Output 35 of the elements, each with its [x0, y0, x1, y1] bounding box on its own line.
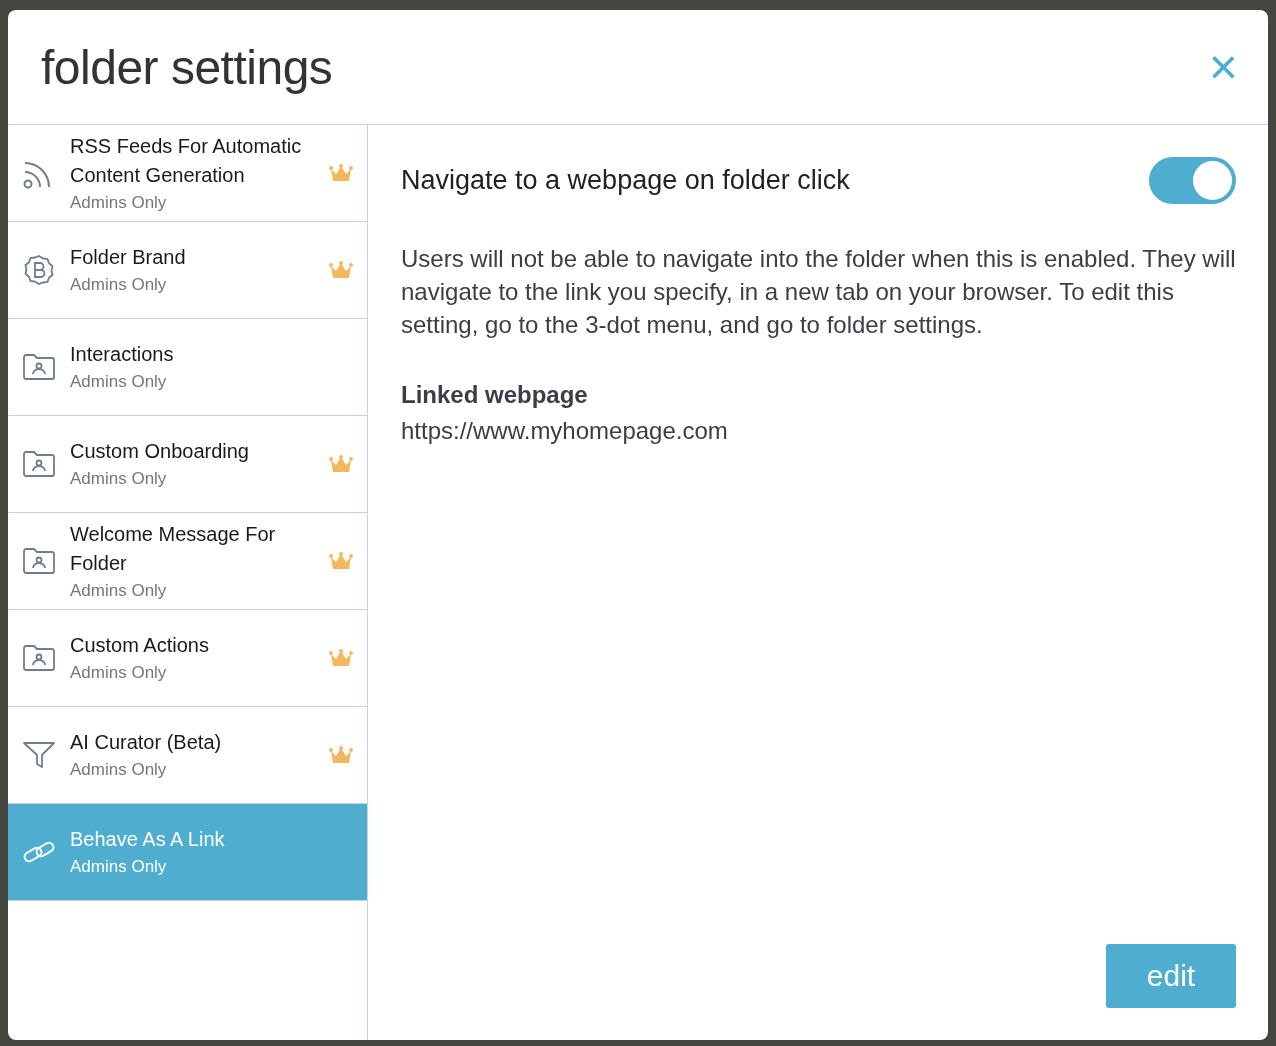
item-sublabel: Admins Only	[70, 191, 168, 214]
sidebar-item[interactable]: Custom Onboarding Admins Only	[8, 416, 367, 513]
item-label: Welcome Message For Folder	[70, 521, 277, 576]
badge-b-icon	[22, 253, 56, 287]
item-label: Custom Onboarding	[70, 439, 250, 464]
item-label: Interactions	[70, 342, 175, 367]
link-icon	[22, 839, 56, 865]
item-label: RSS Feeds For Automatic Content Generation	[70, 133, 303, 188]
folder-user-icon	[22, 353, 56, 381]
sidebar-item[interactable]: Custom Actions Admins Only	[8, 610, 367, 707]
item-label: Custom Actions	[70, 633, 210, 658]
field-label: Linked webpage	[401, 381, 589, 409]
field-value: https://www.myhomepage.com	[401, 417, 729, 445]
item-sublabel: Admins Only	[70, 468, 168, 490]
description-text: Users will not be able to navigate into the folder when this is enabled. They will navigate to the link you specify, in a new tab on your browser. To edit this setting, go to the 3-dot menu, and go to folder settings.	[401, 244, 1236, 340]
item-label: AI Curator (Beta)	[70, 730, 223, 755]
toggle-switch[interactable]	[1149, 157, 1236, 204]
sidebar-item[interactable]: Welcome Message For Folder Admins Only	[8, 513, 367, 610]
sidebar-item[interactable]: Folder Brand Admins Only	[8, 222, 367, 319]
item-sublabel: Admins Only	[70, 371, 168, 393]
item-sublabel: Admins Only	[70, 579, 168, 602]
folder-user-icon	[22, 547, 56, 575]
sidebar-item[interactable]: RSS Feeds For Automatic Content Generation Admins Only	[8, 125, 367, 222]
dialog-title: folder settings	[41, 39, 333, 95]
item-label: Folder Brand	[70, 245, 187, 270]
setting-label: Navigate to a webpage on folder click	[401, 165, 850, 196]
item-label: Behave As A Link	[70, 827, 226, 852]
item-sublabel: Admins Only	[70, 274, 168, 296]
item-sublabel: Admins Only	[70, 662, 168, 684]
sidebar-item[interactable]: Interactions Admins Only	[8, 319, 367, 416]
folder-user-icon	[22, 450, 56, 478]
folder-user-icon	[22, 644, 56, 672]
item-sublabel: Admins Only	[70, 856, 168, 878]
funnel-icon	[22, 740, 56, 770]
item-sublabel: Admins Only	[70, 759, 168, 781]
